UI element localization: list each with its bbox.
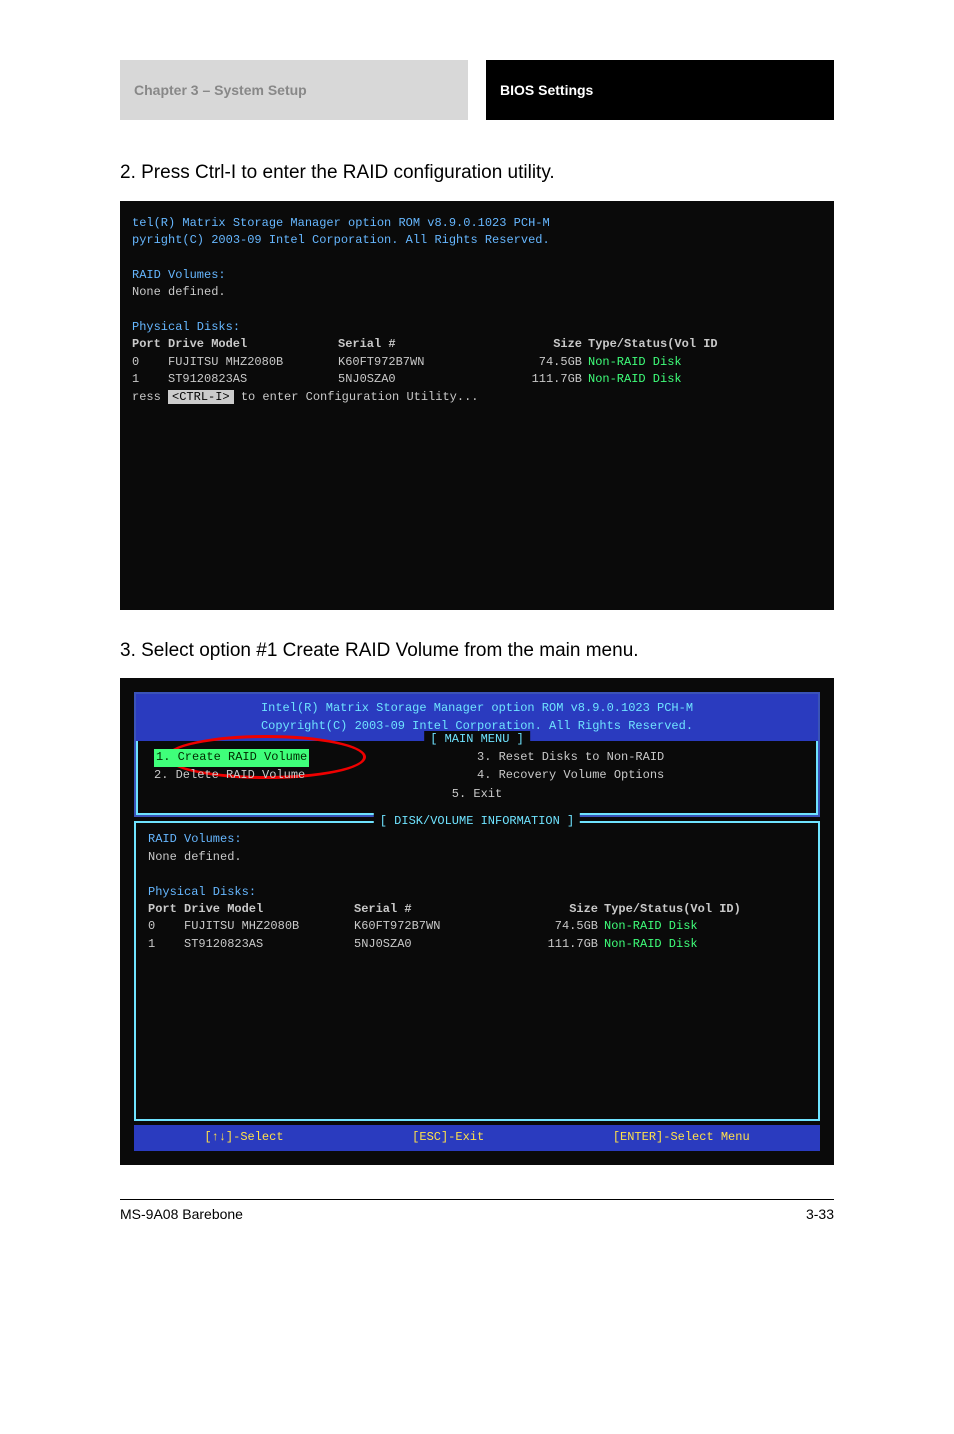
- cell-model: FUJITSU MHZ2080B: [168, 354, 338, 371]
- page-number: 3-33: [806, 1206, 834, 1222]
- table-header-row: Port Drive Model Serial # Size Type/Stat…: [148, 901, 806, 918]
- raid-volumes-header: RAID Volumes:: [132, 267, 822, 284]
- keyhint-bar: [↑↓]-Select [ESC]-Exit [ENTER]-Select Me…: [134, 1125, 820, 1150]
- th-type: Type/Status(Vol ID: [588, 336, 822, 353]
- cell-type: Non-RAID Disk: [588, 354, 822, 371]
- cell-model: ST9120823AS: [184, 936, 354, 953]
- rom-title-line1: tel(R) Matrix Storage Manager option ROM…: [132, 215, 822, 232]
- cell-size: 111.7GB: [498, 371, 588, 388]
- bios-screenshot-boot: tel(R) Matrix Storage Manager option ROM…: [120, 201, 834, 610]
- cell-port: 1: [132, 371, 168, 388]
- manual-name: MS-9A08 Barebone: [120, 1206, 806, 1222]
- th-size: Size: [514, 901, 604, 918]
- cell-model: ST9120823AS: [168, 371, 338, 388]
- disk-info-title: [ DISK/VOLUME INFORMATION ]: [374, 813, 580, 830]
- physical-disks-header: Physical Disks:: [132, 319, 822, 336]
- menu-item-delete-raid[interactable]: 2. Delete RAID Volume: [154, 767, 477, 784]
- menu-item-exit[interactable]: 5. Exit: [154, 786, 800, 803]
- menu-item-recovery-options[interactable]: 4. Recovery Volume Options: [477, 767, 800, 784]
- main-menu-title: [ MAIN MENU ]: [424, 731, 530, 748]
- press-post: to enter Configuration Utility...: [234, 390, 479, 404]
- press-ctrl-i-prompt: ress <CTRL-I> to enter Configuration Uti…: [132, 389, 822, 406]
- tab-chapter: Chapter 3 – System Setup: [120, 60, 468, 120]
- page-rule: [120, 1199, 834, 1200]
- raid-volumes-none: None defined.: [148, 849, 806, 866]
- press-pre: ress: [132, 390, 168, 404]
- table-row: 1 ST9120823AS 5NJ0SZA0 111.7GB Non-RAID …: [148, 936, 806, 953]
- instruction-step-2: 2. Press Ctrl-I to enter the RAID config…: [120, 160, 834, 187]
- th-port: Port: [148, 901, 184, 918]
- cell-serial: 5NJ0SZA0: [354, 936, 514, 953]
- cell-port: 1: [148, 936, 184, 953]
- th-serial: Serial #: [354, 901, 514, 918]
- main-menu: [ MAIN MENU ] 1. Create RAID Volume 2. D…: [136, 741, 818, 815]
- cell-size: 74.5GB: [514, 918, 604, 935]
- menu-item-create-raid[interactable]: 1. Create RAID Volume: [154, 749, 309, 766]
- ctrl-i-key: <CTRL-I>: [168, 390, 234, 404]
- keyhint-enter: [ENTER]-Select Menu: [613, 1129, 750, 1146]
- raid-volumes-none: None defined.: [132, 284, 822, 301]
- cell-type: Non-RAID Disk: [604, 918, 806, 935]
- table-row: 0 FUJITSU MHZ2080B K60FT972B7WN 74.5GB N…: [132, 354, 822, 371]
- menu-item-reset-disks[interactable]: 3. Reset Disks to Non-RAID: [477, 749, 800, 766]
- cell-serial: K60FT972B7WN: [354, 918, 514, 935]
- th-model: Drive Model: [184, 901, 354, 918]
- keyhint-esc: [ESC]-Exit: [412, 1129, 484, 1146]
- keyhint-select: [↑↓]-Select: [204, 1129, 283, 1146]
- cell-serial: 5NJ0SZA0: [338, 371, 498, 388]
- cell-size: 111.7GB: [514, 936, 604, 953]
- cell-port: 0: [132, 354, 168, 371]
- th-serial: Serial #: [338, 336, 498, 353]
- th-model: Drive Model: [168, 336, 338, 353]
- cell-size: 74.5GB: [498, 354, 588, 371]
- th-size: Size: [498, 336, 588, 353]
- instruction-step-3: 3. Select option #1 Create RAID Volume f…: [120, 638, 834, 665]
- cell-type: Non-RAID Disk: [588, 371, 822, 388]
- th-type: Type/Status(Vol ID): [604, 901, 806, 918]
- chapter-header: Chapter 3 – System Setup BIOS Settings: [120, 60, 834, 120]
- cell-serial: K60FT972B7WN: [338, 354, 498, 371]
- rom-title-line1: Intel(R) Matrix Storage Manager option R…: [140, 700, 814, 717]
- table-row: 0 FUJITSU MHZ2080B K60FT972B7WN 74.5GB N…: [148, 918, 806, 935]
- bios-screenshot-main-menu: Intel(R) Matrix Storage Manager option R…: [120, 678, 834, 1164]
- page-footer: MS-9A08 Barebone 3-33: [120, 1206, 834, 1222]
- rom-title-line2: pyright(C) 2003-09 Intel Corporation. Al…: [132, 232, 822, 249]
- disk-volume-info: [ DISK/VOLUME INFORMATION ] RAID Volumes…: [134, 821, 820, 1121]
- table-header-row: Port Drive Model Serial # Size Type/Stat…: [132, 336, 822, 353]
- th-port: Port: [132, 336, 168, 353]
- tab-section: BIOS Settings: [486, 60, 834, 120]
- table-row: 1 ST9120823AS 5NJ0SZA0 111.7GB Non-RAID …: [132, 371, 822, 388]
- physical-disks-header: Physical Disks:: [148, 884, 806, 901]
- raid-volumes-header: RAID Volumes:: [148, 831, 806, 848]
- cell-model: FUJITSU MHZ2080B: [184, 918, 354, 935]
- cell-port: 0: [148, 918, 184, 935]
- cell-type: Non-RAID Disk: [604, 936, 806, 953]
